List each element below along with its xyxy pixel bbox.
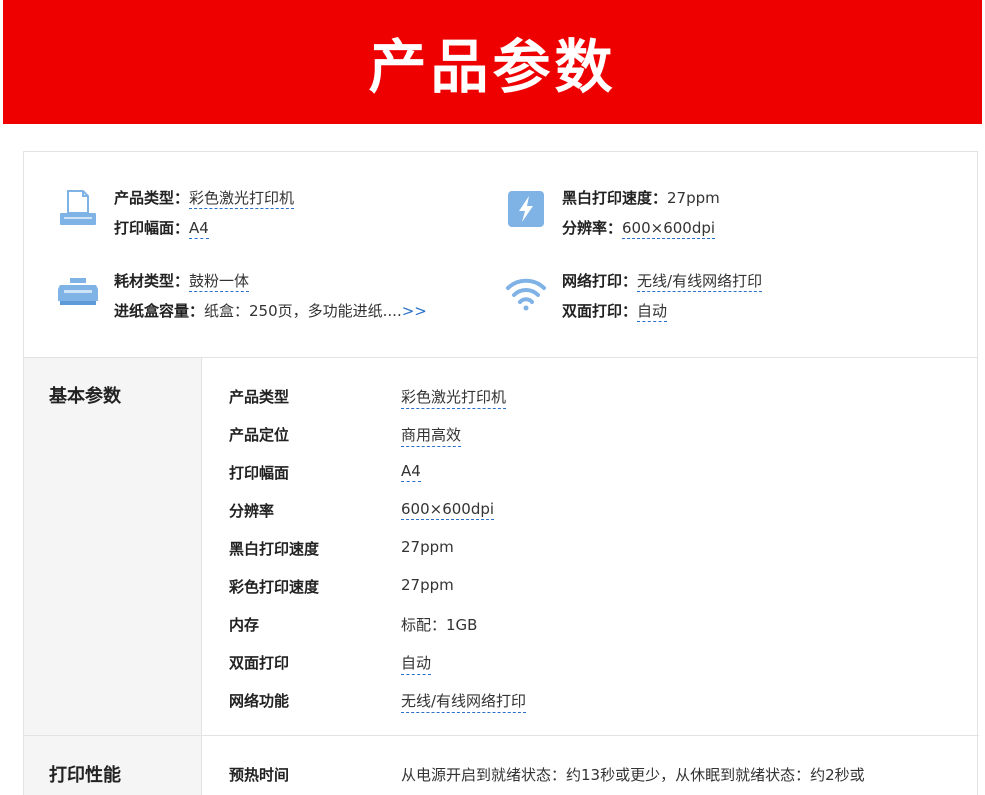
toner-cartridge-icon <box>58 278 98 305</box>
summary-label: 耗材类型： <box>114 272 190 290</box>
wifi-icon <box>506 278 546 311</box>
summary-value: 纸盒：250页，多功能进纸.... <box>204 302 402 320</box>
row-key: 内存 <box>229 616 260 634</box>
summary-label: 网络打印： <box>562 272 638 290</box>
row-key: 产品定位 <box>229 426 290 444</box>
summary-label: 分辨率： <box>562 219 623 237</box>
row-value-link[interactable]: 无线/有线网络打印 <box>401 690 527 713</box>
row-key: 双面打印 <box>229 654 290 672</box>
summary-line: 黑白打印速度：27ppm <box>562 183 720 213</box>
summary-item-network: 网络打印：无线/有线网络打印 双面打印：自动 <box>504 266 763 326</box>
summary-line: 打印幅面：A4 <box>114 213 294 243</box>
header-banner: 产品参数 <box>3 0 982 124</box>
summary-value-link[interactable]: A4 <box>189 219 209 239</box>
summary-line: 耗材类型：鼓粉一体 <box>114 266 427 296</box>
summary-value: 27ppm <box>667 189 720 207</box>
summary-label: 产品类型： <box>114 189 190 207</box>
summary-line: 双面打印：自动 <box>562 296 762 326</box>
row-value-link[interactable]: 自动 <box>401 652 432 675</box>
summary-value-link[interactable]: 鼓粉一体 <box>189 272 250 292</box>
summary-item-type: 产品类型：彩色激光打印机 打印幅面：A4 <box>56 183 295 243</box>
summary-value-link[interactable]: 彩色激光打印机 <box>189 189 295 209</box>
row-key: 打印幅面 <box>229 464 290 482</box>
row-value-link[interactable]: 彩色激光打印机 <box>401 386 507 409</box>
row-value: 标配：1GB <box>401 616 478 634</box>
row-value: 从电源开启到就绪状态：约13秒或更少，从休眠到就绪状态：约2秒或 <box>401 766 865 784</box>
section-header-basic <box>24 358 202 735</box>
row-value-link[interactable]: 商用高效 <box>401 424 462 447</box>
row-key: 产品类型 <box>229 388 290 406</box>
summary-value-link[interactable]: 无线/有线网络打印 <box>637 272 763 292</box>
row-value-link[interactable]: A4 <box>401 462 421 482</box>
section-title: 打印性能 <box>49 765 121 786</box>
summary-label: 黑白打印速度： <box>562 189 668 207</box>
row-key: 预热时间 <box>229 766 290 784</box>
more-link[interactable]: >> <box>402 302 427 320</box>
row-value: 27ppm <box>401 576 454 594</box>
row-key: 彩色打印速度 <box>229 578 320 596</box>
summary-value-link[interactable]: 自动 <box>637 302 668 322</box>
summary-line: 网络打印：无线/有线网络打印 <box>562 266 763 296</box>
summary-value-link[interactable]: 600×600dpi <box>622 219 716 239</box>
summary-line: 分辨率：600×600dpi <box>562 213 720 243</box>
summary-label: 双面打印： <box>562 302 638 320</box>
spec-table: 基本参数 产品类型 彩色激光打印机 产品定位 商用高效 打印幅面 A4 分辨率 … <box>23 358 979 795</box>
row-key: 网络功能 <box>229 692 290 710</box>
row-value-link[interactable]: 600×600dpi <box>401 500 495 520</box>
row-key: 分辨率 <box>229 502 275 520</box>
summary-line: 进纸盒容量：纸盒：250页，多功能进纸....>> <box>114 296 427 326</box>
row-value: 27ppm <box>401 538 454 556</box>
summary-label: 打印幅面： <box>114 219 190 237</box>
row-key: 黑白打印速度 <box>229 540 320 558</box>
summary-item-supplies: 耗材类型：鼓粉一体 进纸盒容量：纸盒：250页，多功能进纸....>> <box>56 266 427 326</box>
summary-line: 产品类型：彩色激光打印机 <box>114 183 295 213</box>
summary-item-speed: 黑白打印速度：27ppm 分辨率：600×600dpi <box>504 183 720 243</box>
summary-label: 进纸盒容量： <box>114 302 205 320</box>
lightning-bolt-icon <box>508 191 544 227</box>
summary-panel: 产品类型：彩色激光打印机 打印幅面：A4 耗材类型：鼓粉一体 进纸盒容量：纸盒：… <box>23 151 978 358</box>
section-title: 基本参数 <box>49 386 121 407</box>
page-title: 产品参数 <box>368 33 617 101</box>
printer-icon <box>60 190 96 225</box>
